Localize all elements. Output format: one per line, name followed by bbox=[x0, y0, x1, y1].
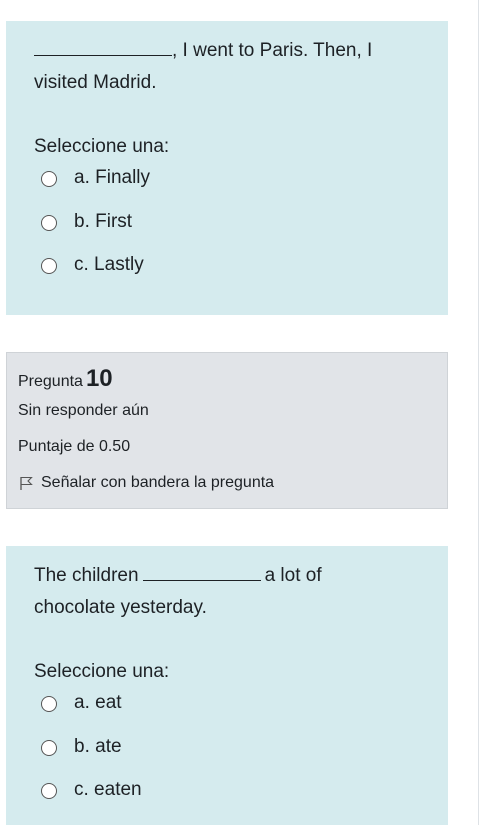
question-number-value: 10 bbox=[85, 365, 113, 392]
question-9-text: , I went to Paris. Then, I visited Madri… bbox=[34, 35, 420, 99]
radio-button[interactable] bbox=[41, 171, 57, 187]
question-10-text: The children a lot of chocolate yesterday… bbox=[34, 560, 420, 624]
question-state: Sin responder aún bbox=[18, 402, 149, 419]
radio-button[interactable] bbox=[41, 258, 57, 274]
question-10-content: The children a lot of chocolate yesterday… bbox=[6, 546, 448, 825]
question-10-text-line2: chocolate yesterday. bbox=[34, 597, 207, 618]
question-9-answer-b[interactable]: b. First bbox=[34, 203, 420, 247]
radio-button[interactable] bbox=[41, 783, 57, 799]
question-9-text-line2: visited Madrid. bbox=[34, 72, 157, 93]
flag-outline-icon[interactable] bbox=[18, 475, 34, 491]
question-label: Pregunta bbox=[18, 373, 83, 390]
question-9-content: , I went to Paris. Then, I visited Madri… bbox=[6, 21, 448, 315]
question-10-text-suffix: a lot of bbox=[264, 565, 322, 586]
answer-label[interactable]: b. First bbox=[74, 210, 132, 234]
question-number: Pregunta 10 bbox=[18, 365, 447, 393]
answer-label[interactable]: a. Finally bbox=[74, 166, 150, 190]
radio-button[interactable] bbox=[41, 696, 57, 712]
radio-button[interactable] bbox=[41, 739, 57, 756]
question-10-answer-b[interactable]: b. ate bbox=[34, 728, 420, 772]
answer-label[interactable]: c. eaten bbox=[74, 778, 142, 802]
radio-button[interactable] bbox=[41, 214, 57, 231]
question-10-answer-a[interactable]: a. eat bbox=[34, 684, 420, 728]
question-9-answer-c[interactable]: c. Lastly bbox=[34, 246, 420, 290]
question-9-prompt: Seleccione una: bbox=[34, 136, 170, 157]
page-right-border bbox=[478, 0, 479, 825]
answer-label[interactable]: a. eat bbox=[74, 691, 122, 715]
flag-question-label[interactable]: Señalar con bandera la pregunta bbox=[41, 474, 274, 492]
question-9-blank bbox=[34, 39, 172, 56]
question-10-prompt: Seleccione una: bbox=[34, 661, 170, 682]
question-10-info: Pregunta 10 Sin responder aún Puntaje de … bbox=[6, 352, 448, 509]
question-grade: Puntaje de 0.50 bbox=[18, 438, 131, 455]
question-10-blank bbox=[142, 564, 261, 581]
question-9-text-suffix: , I went to Paris. Then, I bbox=[172, 40, 373, 61]
question-10-text-prefix: The children bbox=[34, 565, 139, 586]
answer-label[interactable]: c. Lastly bbox=[74, 253, 144, 277]
question-10-answer-c[interactable]: c. eaten bbox=[34, 771, 420, 815]
flag-question-link[interactable]: Señalar con bandera la pregunta bbox=[18, 474, 447, 492]
question-9-answer-a[interactable]: a. Finally bbox=[34, 159, 420, 203]
answer-label[interactable]: b. ate bbox=[74, 735, 122, 759]
